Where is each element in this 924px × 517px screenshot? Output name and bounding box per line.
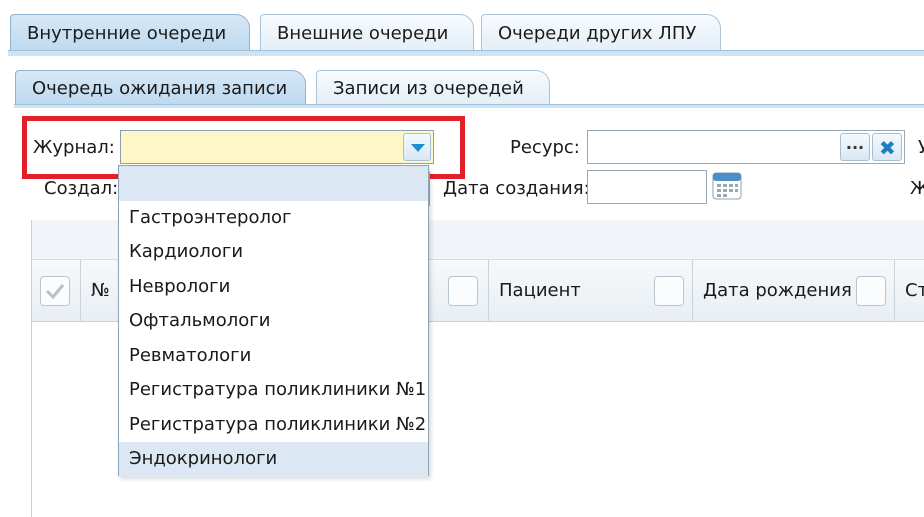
sub-tab-divider bbox=[14, 104, 924, 108]
dropdown-option-empty[interactable] bbox=[119, 166, 428, 201]
dropdown-option-hovered[interactable]: Эндокринологи bbox=[119, 442, 428, 477]
checkbox-icon[interactable] bbox=[448, 276, 478, 306]
tab-label: Записи из очередей bbox=[333, 78, 524, 99]
dropdown-option[interactable]: Регистратура поликлиники №1 bbox=[119, 373, 428, 408]
created-date-field[interactable] bbox=[587, 170, 707, 204]
browse-label: ... bbox=[845, 134, 865, 153]
tab-label: Очереди других ЛПУ bbox=[498, 23, 697, 44]
column-title: Дата рождения bbox=[703, 280, 852, 301]
checkbox-icon[interactable] bbox=[856, 276, 886, 306]
cut-label-right-1: У bbox=[918, 137, 924, 158]
checkbox-icon[interactable] bbox=[40, 276, 70, 306]
dropdown-option[interactable]: Кардиологи bbox=[119, 235, 428, 270]
created-by-label: Создал: bbox=[44, 178, 119, 199]
tab-label: Внутренние очереди bbox=[27, 23, 227, 44]
column-title: Пациент bbox=[499, 280, 581, 301]
tab-queue-records[interactable]: Записи из очередей bbox=[316, 70, 550, 106]
cut-label-right-2: Ж bbox=[910, 178, 924, 199]
tab-bar-main: Внутренние очереди Внешние очереди Очере… bbox=[0, 0, 924, 56]
dropdown-option[interactable]: Гастроэнтеролог bbox=[119, 201, 428, 236]
browse-icon[interactable]: ... bbox=[840, 133, 870, 161]
clear-icon[interactable]: ✖ bbox=[872, 133, 902, 161]
column-status[interactable]: Ст bbox=[894, 260, 924, 322]
tab-label: Очередь ожидания записи bbox=[32, 78, 288, 99]
dropdown-option[interactable]: Ревматологи bbox=[119, 339, 428, 374]
tab-internal-queues[interactable]: Внутренние очереди bbox=[10, 14, 250, 54]
journal-dropdown-list: Гастроэнтеролог Кардиологи Неврологи Офт… bbox=[118, 165, 429, 477]
dropdown-option[interactable]: Неврологи bbox=[119, 270, 428, 305]
tab-other-lpu-queues[interactable]: Очереди других ЛПУ bbox=[481, 14, 721, 52]
tab-external-queues[interactable]: Внешние очереди bbox=[260, 14, 474, 52]
dropdown-option[interactable]: Регистратура поликлиники №2 bbox=[119, 408, 428, 443]
tab-bar-divider bbox=[8, 50, 924, 56]
created-date-label: Дата создания: bbox=[443, 178, 590, 199]
resource-field[interactable]: ... ✖ bbox=[587, 130, 905, 164]
column-title: № bbox=[91, 280, 110, 301]
tab-label: Внешние очереди bbox=[277, 23, 449, 44]
calendar-icon[interactable] bbox=[712, 170, 742, 200]
dropdown-option[interactable]: Офтальмологи bbox=[119, 304, 428, 339]
resource-label: Ресурс: bbox=[510, 137, 580, 158]
checkbox-icon[interactable] bbox=[654, 276, 684, 306]
column-title: Ст bbox=[905, 280, 924, 301]
tab-waiting-queue[interactable]: Очередь ожидания записи bbox=[15, 70, 306, 106]
